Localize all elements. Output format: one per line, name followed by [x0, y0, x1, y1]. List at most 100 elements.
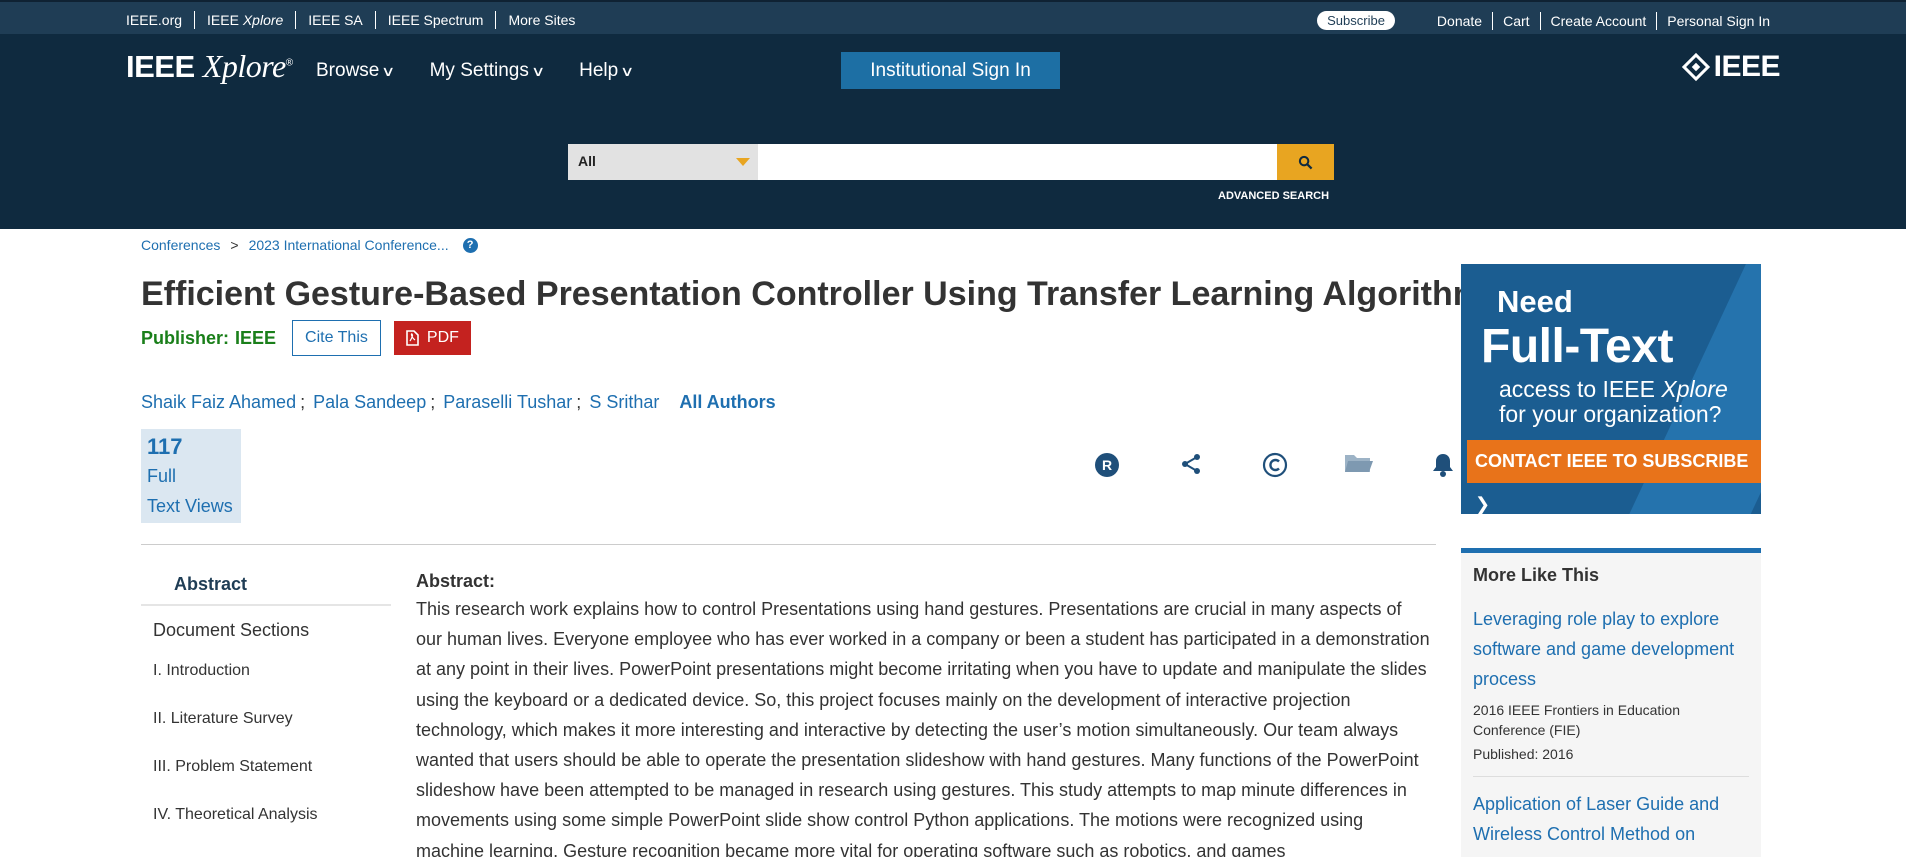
- author-link[interactable]: Pala Sandeep: [313, 392, 426, 413]
- sidebar-item-problem-statement[interactable]: III. Problem Statement: [141, 743, 391, 791]
- related-article-published: Published: 2016: [1473, 746, 1574, 762]
- related-article-link[interactable]: Leveraging role play to explore software…: [1473, 604, 1749, 694]
- folder-icon: [1345, 455, 1373, 472]
- nav-my-settings-label: My Settings: [429, 60, 529, 81]
- author-link[interactable]: Paraselli Tushar: [443, 392, 572, 413]
- more-like-this-heading: More Like This: [1473, 565, 1600, 585]
- sidebar-item-introduction[interactable]: I. Introduction: [141, 647, 391, 695]
- related-article-venue: 2016 IEEE Frontiers in Education Confere…: [1473, 702, 1681, 738]
- alert-bell-icon: [1433, 454, 1453, 477]
- share-icon: [1182, 454, 1200, 474]
- breadcrumb-conference[interactable]: 2023 International Conference...: [249, 237, 449, 253]
- save-to-project-button[interactable]: [1317, 452, 1401, 478]
- top-link-ieee-sa[interactable]: IEEE SA: [296, 11, 376, 29]
- top-link-ieee-org[interactable]: IEEE.org: [126, 11, 196, 29]
- related-article-link[interactable]: Application of Laser Guide and Wireless …: [1473, 789, 1749, 849]
- full-text-views-metric[interactable]: 117 Full Text Views: [141, 429, 241, 523]
- more-like-this-panel: More Like This Leveraging role play to e…: [1461, 548, 1761, 857]
- page-title: Efficient Gesture-Based Presentation Con…: [141, 275, 1483, 313]
- metric-label-line2: Text Views: [147, 496, 233, 516]
- subscribe-button[interactable]: Subscribe: [1317, 11, 1395, 30]
- nav-my-settings[interactable]: My Settings ∨: [429, 60, 546, 82]
- copyright-icon: [1262, 452, 1288, 478]
- nav-browse-label: Browse: [316, 60, 380, 81]
- top-right-links: Subscribe Donate Cart Create Account Per…: [1317, 11, 1770, 30]
- document-sections-sidebar: Abstract Document Sections I. Introducti…: [141, 565, 391, 839]
- top-link-ieee-xplore[interactable]: IEEE Xplore: [195, 11, 297, 29]
- author-link[interactable]: S Srithar: [589, 392, 659, 413]
- nav-help[interactable]: Help ∨: [579, 60, 635, 82]
- ad-line-full-text: Full-Text: [1481, 320, 1673, 373]
- top-link-ieee-xplore-text: IEEE: [207, 12, 239, 28]
- ieee-brand-text: IEEE: [1713, 50, 1781, 83]
- ieee-xplore-logo[interactable]: IEEE Xplore®: [126, 48, 293, 85]
- advanced-search-link[interactable]: ADVANCED SEARCH: [1218, 190, 1329, 202]
- publisher-value: IEEE: [235, 327, 277, 348]
- pdf-button[interactable]: PDF: [393, 321, 471, 355]
- contact-ieee-subscribe-button[interactable]: CONTACT IEEE TO SUBSCRIBE ❯: [1467, 440, 1761, 514]
- breadcrumb-conferences[interactable]: Conferences: [141, 237, 220, 253]
- help-icon[interactable]: ?: [462, 237, 478, 253]
- pdf-label: PDF: [426, 329, 459, 346]
- top-link-more-sites[interactable]: More Sites: [496, 11, 587, 29]
- institutional-sign-in-button[interactable]: Institutional Sign In: [841, 52, 1060, 89]
- author-list: Shaik Faiz Ahamed; Pala Sandeep; Parasel…: [141, 392, 776, 413]
- top-link-xplore-italic: Xplore: [242, 12, 284, 28]
- ad-line-need: Need: [1497, 284, 1573, 319]
- search-button[interactable]: [1277, 144, 1334, 180]
- abstract-section: Abstract: This research work explains ho…: [416, 571, 1431, 857]
- rights-icon: R: [1095, 453, 1119, 477]
- top-link-ieee-spectrum[interactable]: IEEE Spectrum: [376, 11, 497, 29]
- site-header: IEEE Xplore® Browse ∨ My Settings ∨ Help ∨ …: [0, 34, 1906, 229]
- ieee-brand-logo[interactable]: IEEE: [1681, 50, 1781, 84]
- author-separator: ;: [576, 392, 582, 412]
- breadcrumb-separator: >: [230, 237, 239, 253]
- content-divider: [141, 544, 1436, 545]
- cite-this-button[interactable]: Cite This: [292, 320, 381, 356]
- ad-xplore-italic: Xplore: [1661, 376, 1728, 402]
- cta-label: CONTACT IEEE TO SUBSCRIBE: [1475, 451, 1749, 471]
- sidebar-item-theoretical-analysis[interactable]: IV. Theoretical Analysis: [141, 791, 391, 839]
- copyright-button[interactable]: [1233, 452, 1317, 478]
- chevron-down-icon: ∨: [530, 63, 546, 79]
- logo-ieee-text: IEEE: [126, 49, 195, 84]
- rights-button[interactable]: R: [1065, 452, 1149, 478]
- search-icon: [1298, 155, 1313, 169]
- ad-organization-line: for your organization?: [1499, 401, 1722, 427]
- personal-sign-in-link[interactable]: Personal Sign In: [1657, 12, 1770, 30]
- sidebar-item-abstract[interactable]: Abstract: [141, 565, 391, 606]
- publisher-label: Publisher:: [141, 327, 230, 348]
- cart-link[interactable]: Cart: [1493, 11, 1541, 30]
- author-link[interactable]: Shaik Faiz Ahamed: [141, 392, 296, 413]
- main-nav: Browse ∨ My Settings ∨ Help ∨: [316, 60, 635, 82]
- author-separator: ;: [300, 392, 306, 412]
- author-separator: ;: [430, 392, 436, 412]
- search-scope-value: All: [578, 153, 596, 169]
- chevron-down-icon: ∨: [381, 63, 396, 79]
- document-tools: R: [1065, 452, 1485, 478]
- full-text-access-ad[interactable]: Need Full-Text access to IEEE Xplore for…: [1461, 264, 1761, 514]
- logo-registered-mark: ®: [285, 57, 293, 69]
- chevron-down-icon: ∨: [620, 63, 635, 79]
- sidebar-item-literature-survey[interactable]: II. Literature Survey: [141, 695, 391, 743]
- all-authors-link[interactable]: All Authors: [679, 392, 775, 413]
- publisher-row: Publisher: IEEE Cite This PDF: [141, 320, 471, 356]
- caret-down-icon: [736, 158, 750, 166]
- logo-xplore-text: Xplore: [202, 48, 286, 84]
- svg-text:R: R: [1102, 457, 1112, 473]
- search-bar: All: [568, 144, 1334, 180]
- nav-browse[interactable]: Browse ∨: [316, 60, 396, 82]
- metric-label-line1: Full: [147, 466, 177, 486]
- abstract-heading: Abstract:: [416, 571, 496, 591]
- ad-access-text: access to IEEE Xplore for your organizat…: [1499, 377, 1728, 427]
- breadcrumb: Conferences > 2023 International Confere…: [141, 237, 478, 253]
- publisher: Publisher: IEEE: [141, 328, 276, 349]
- create-account-link[interactable]: Create Account: [1541, 11, 1658, 30]
- metric-value: 117: [147, 434, 183, 459]
- search-input[interactable]: [758, 144, 1277, 180]
- donate-link[interactable]: Donate: [1427, 11, 1494, 30]
- top-links: IEEE.org IEEE Xplore IEEE SA IEEE Spectr…: [126, 11, 587, 29]
- search-scope-select[interactable]: All: [568, 144, 758, 180]
- share-button[interactable]: [1149, 452, 1233, 478]
- ieee-diamond-icon: [1681, 52, 1710, 82]
